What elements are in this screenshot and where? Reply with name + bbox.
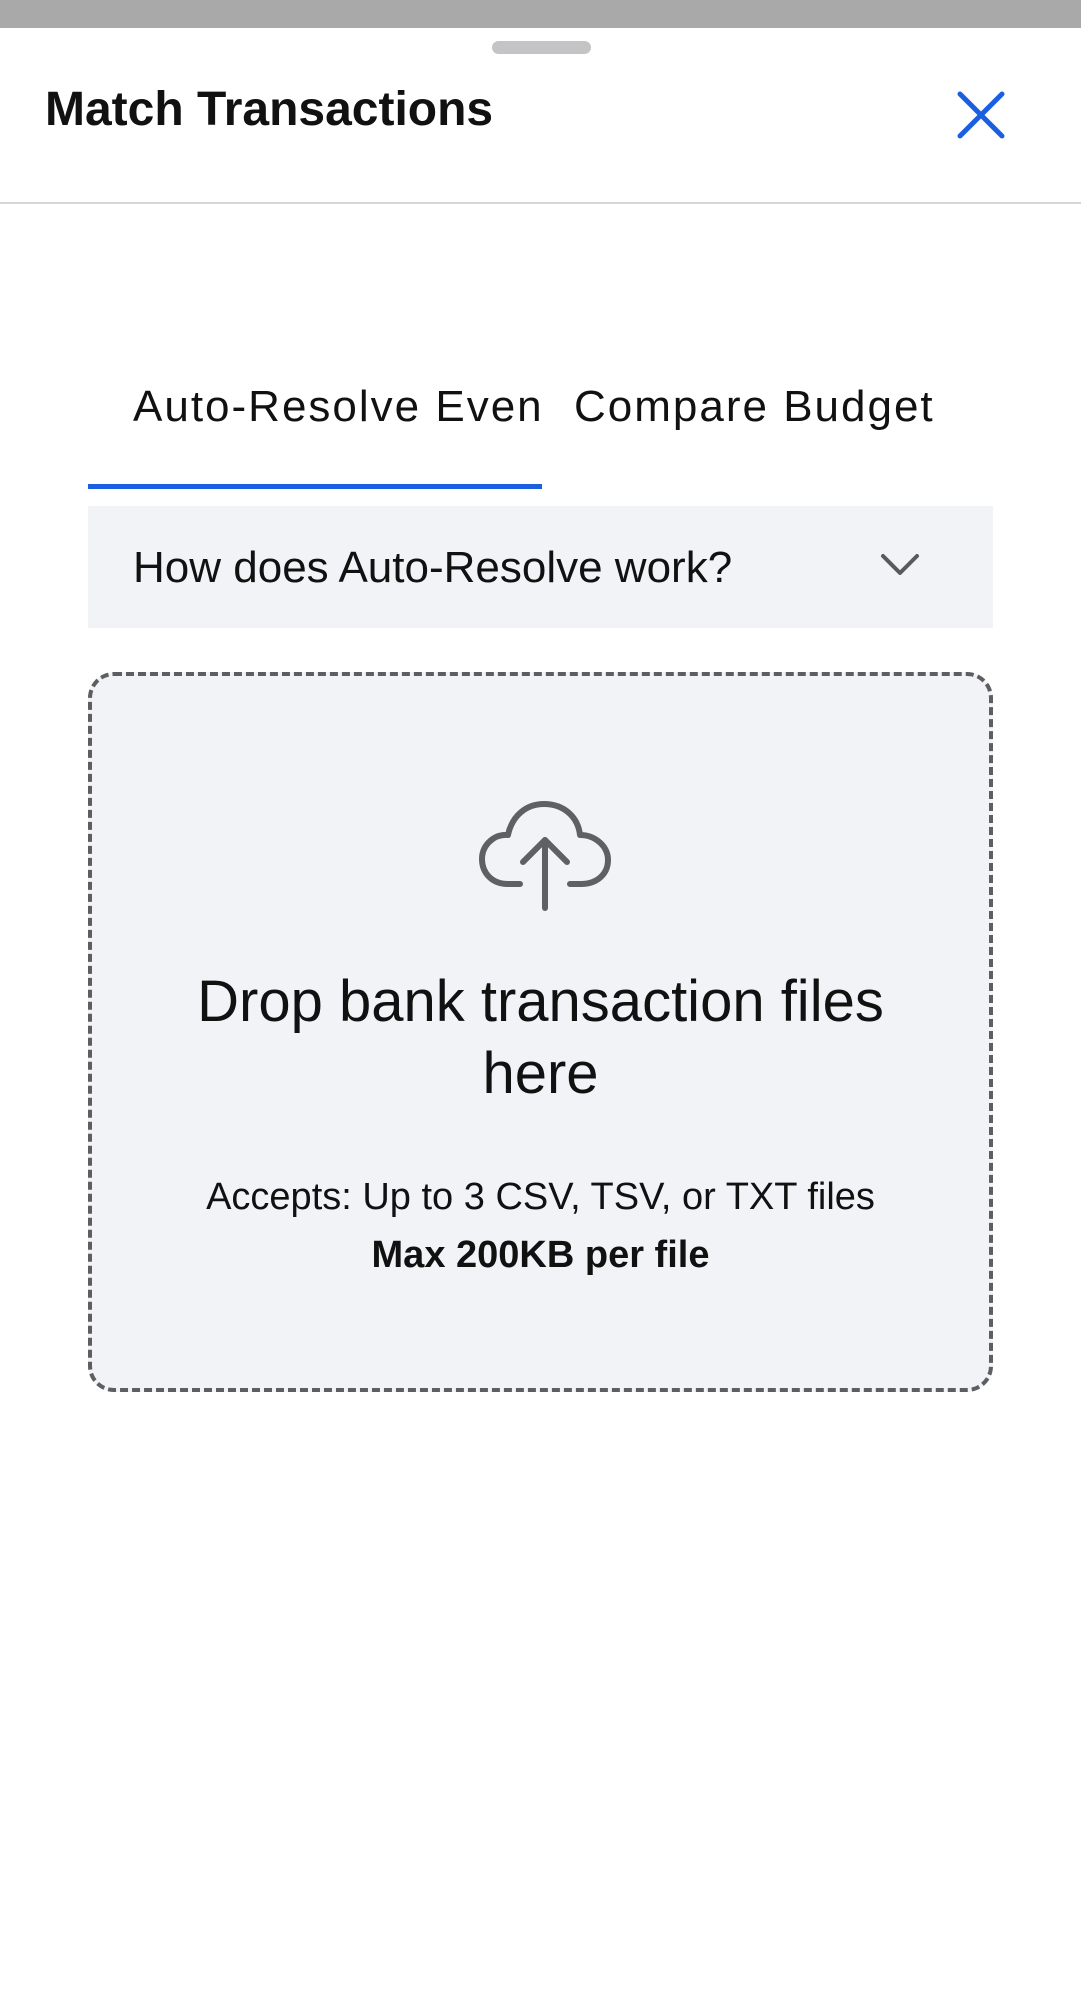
tab-selected-indicator <box>88 484 542 489</box>
tab-auto-resolve[interactable]: Auto-Resolve Even <box>88 338 544 489</box>
tab-bar: Auto-Resolve Even Compare Budget <box>88 338 993 490</box>
sheet-header: Match Transactions <box>0 28 1081 204</box>
sheet-title: Match Transactions <box>45 83 494 136</box>
max-file-size-text: Max 200KB per file <box>371 1234 710 1276</box>
close-button[interactable] <box>952 86 1010 144</box>
close-icon <box>957 91 1005 139</box>
tab-compare-budget[interactable]: Compare Budget <box>542 338 993 488</box>
accepted-file-types-text: Accepts: Up to 3 CSV, TSV, or TXT files <box>206 1176 875 1218</box>
cloud-upload-icon <box>479 801 611 911</box>
chevron-down-icon <box>881 554 919 575</box>
drop-zone-title: Drop bank transaction files here <box>197 969 884 1106</box>
background-dim-strip <box>0 0 1081 28</box>
tab-auto-resolve-label: Auto-Resolve Even <box>133 382 544 431</box>
auto-resolve-info-accordion[interactable]: How does Auto-Resolve work? <box>88 506 993 628</box>
file-drop-zone[interactable]: Drop bank transaction files here Accepts… <box>88 672 993 1392</box>
accordion-label: How does Auto-Resolve work? <box>133 543 733 592</box>
tab-compare-budget-label: Compare Budget <box>574 382 935 431</box>
match-transactions-sheet: Match Transactions Auto-Resolve Even Com… <box>0 28 1081 1999</box>
